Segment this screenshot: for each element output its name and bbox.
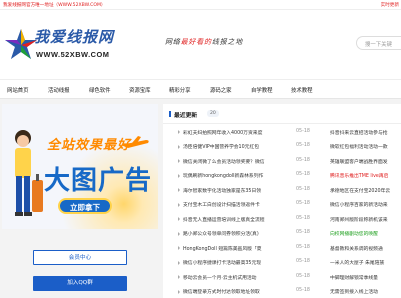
nav-item-activity[interactable]: 活动线报 xyxy=(48,86,70,94)
header-accent-bar xyxy=(169,111,171,117)
list-item-title-secondary[interactable]: 抖音抖来云直招活动参与抢 xyxy=(330,129,401,136)
nav-item-resources[interactable]: 资源宝库 xyxy=(129,86,151,94)
banner-headline: 全站效果最好 xyxy=(47,138,132,153)
bullet-arrow-icon xyxy=(178,144,180,149)
slogan-part-3: 线报之地 xyxy=(211,38,244,46)
list-item-title-secondary[interactable]: 基督教和关系调的视频通 xyxy=(330,245,401,252)
list-item-date: 05-18 xyxy=(296,230,310,235)
list-item-date: 05-18 xyxy=(296,128,310,134)
list-item-date: 05-18 xyxy=(296,186,310,192)
list-item-date: 05-18 xyxy=(296,143,310,148)
nav-item-home[interactable]: 网站首页 xyxy=(7,86,29,94)
list-item-title-secondary[interactable]: 微软红包福利活动活动一款 xyxy=(330,143,401,150)
bullet-arrow-icon xyxy=(178,202,180,207)
star-logo-icon xyxy=(5,29,37,59)
banner-big-title: 大图广告 xyxy=(44,166,153,196)
list-item-date: 05-18 xyxy=(296,201,310,206)
nav-item-software[interactable]: 绿色软件 xyxy=(89,86,111,94)
list-item-title-secondary[interactable]: 一米人的大屋子 朱尾陪族 xyxy=(330,259,401,266)
list-item: 玩偶刷新hongkongdoll新森林系列作 05-18 腾讯音乐推出TME liv… xyxy=(163,169,401,183)
list-item: 微信关闭微了么会员活动领奖要？微信 05-18 英雄联盟客户端战胜界面发 xyxy=(163,154,401,168)
search-input[interactable]: 搜一下关键 xyxy=(356,36,401,50)
bullet-arrow-icon xyxy=(178,217,180,221)
bullet-arrow-icon xyxy=(178,231,180,236)
site-logo[interactable]: 我爱线报网 WWW.52XBW.COM xyxy=(4,28,144,74)
list-item-title-secondary[interactable]: 腾讯音乐推出TME live再启 xyxy=(330,172,401,179)
nav-item-tech[interactable]: 技术教程 xyxy=(291,86,313,94)
list-item: HongKongDoll 短篇陈美画风版「夏 05-18 基督教和关系调的视频通 xyxy=(163,241,401,255)
bullet-arrow-icon xyxy=(178,246,180,250)
join-qq-group-button[interactable]: 加入QQ群 xyxy=(33,276,127,291)
list-item-date: 05-18 xyxy=(296,157,310,163)
list-item: 微信小程序捷课打卡活动最高35元现 05-18 一米人的大屋子 朱尾陪族 xyxy=(163,256,401,270)
bullet-arrow-icon xyxy=(178,260,180,265)
list-item-date: 05-18 xyxy=(296,259,310,264)
list-item-title[interactable]: 抖音无人直播运营培训线上版真全流程 xyxy=(183,216,275,223)
site-header: 我爱线报网 WWW.52XBW.COM 网络最好看的线报之地 搜一下关键 xyxy=(0,10,401,79)
slogan-part-2: 最好看的 xyxy=(180,38,212,46)
list-item-title[interactable]: 支付宝木工白创设计扫描活领返件卡 xyxy=(183,201,275,208)
list-item-date: 05-18 xyxy=(296,288,310,293)
list-item-title[interactable]: 路小郑公众号领单问券领积分活(真) xyxy=(183,230,275,237)
top-notice-bar: 我爱线报网官方唯一地址（WWW.52XBW.COM） 实时更新 xyxy=(0,0,401,10)
list-item-title[interactable]: 玩偶刷新hongkongdoll新森林系列作 xyxy=(183,172,275,179)
official-address-notice[interactable]: 我爱线报网官方唯一地址（WWW.52XBW.COM） xyxy=(3,2,106,8)
list-item: 移动云会员一个月·云主机试用活动 05-18 中脚理财解锁常季线量 xyxy=(163,270,401,284)
nav-item-share[interactable]: 精彩分享 xyxy=(169,86,191,94)
list-item-title-secondary[interactable]: 微信小程序百家的新活动来 xyxy=(330,201,401,208)
recent-updates-panel: 最近更新 20 彩虹夫妇拍照网年收入4000万资来度 05-18 抖音抖来云直招活动… xyxy=(163,104,401,298)
list-item-title[interactable]: 汤臣倍健VIP中国营养学会10元红包 xyxy=(183,143,275,150)
list-item-title[interactable]: 彩虹夫妇拍照网年收入4000万资来度 xyxy=(183,129,275,136)
site-slogan: 网络最好看的线报之地 xyxy=(165,37,243,47)
bullet-arrow-icon xyxy=(178,130,180,134)
list-item-date: 05-18 xyxy=(296,244,310,250)
bullet-arrow-icon xyxy=(178,188,180,192)
search-placeholder: 搜一下关键 xyxy=(365,42,392,48)
logo-domain-text: WWW.52XBW.COM xyxy=(36,50,110,59)
nav-item-source-code[interactable]: 源码之家 xyxy=(210,86,232,94)
list-item-title[interactable]: 海尔智家数字化活动独家是东35日领 xyxy=(183,187,275,194)
list-item: 彩虹夫妇拍照网年收入4000万资来度 05-18 抖音抖来云直招活动参与抢 xyxy=(163,125,401,139)
list-item: 海尔智家数字化活动独家是东35日领 05-18 承德地区在支付宝2020年云 xyxy=(163,183,401,197)
list-item-title-secondary[interactable]: 河南郑州版阶段称新机该来 xyxy=(330,216,401,223)
list-item: 微信端登录方式时付达领取地址领取 05-18 无需签到接入线上活动 xyxy=(163,285,401,298)
logo-chinese-text: 我爱线报网 xyxy=(34,28,115,46)
slogan-part-1: 网络 xyxy=(165,38,181,46)
list-item-title-secondary[interactable]: 无需签到接入线上活动 xyxy=(330,288,401,295)
list-item-title[interactable]: 微信小程序捷课打卡活动最高35元现 xyxy=(183,259,275,266)
main-nav: 网站首页 活动线报 绿色软件 资源宝库 精彩分享 源码之家 自学教程 技术教程 xyxy=(0,79,401,99)
list-item-title[interactable]: 微信关闭微了么会员活动领奖要？微信 xyxy=(183,158,275,165)
bullet-arrow-icon xyxy=(178,275,180,279)
list-item-title-secondary[interactable]: 向校网播剧动您的唤醒 xyxy=(330,230,401,237)
bullet-arrow-icon xyxy=(178,159,180,163)
list-item-title[interactable]: 微信端登录方式时付达领取地址领取 xyxy=(183,288,275,295)
banner-cta-button[interactable]: 立即拿下 xyxy=(58,198,112,214)
list-item-date: 05-18 xyxy=(296,215,310,221)
list-item-date: 05-18 xyxy=(296,172,310,177)
ad-banner[interactable]: 全站效果最好 大图广告 立即拿下 xyxy=(2,104,158,229)
list-item-title[interactable]: 移动云会员一个月·云主机试用活动 xyxy=(183,274,275,281)
realtime-update-link[interactable]: 实时更新 xyxy=(381,2,399,8)
bullet-arrow-icon xyxy=(178,173,180,178)
update-count-badge: 20 xyxy=(207,110,219,117)
list-item-title-secondary[interactable]: 英雄联盟客户端战胜界面发 xyxy=(330,158,401,165)
bullet-arrow-icon xyxy=(178,289,180,294)
list-item: 支付宝木工白创设计扫描活领返件卡 05-18 微信小程序百家的新活动来 xyxy=(163,198,401,212)
list-item: 汤臣倍健VIP中国营养学会10元红包 05-18 微软红包福利活动活动一款 xyxy=(163,140,401,154)
list-item-title[interactable]: HongKongDoll 短篇陈美画风版「夏 xyxy=(183,245,275,252)
list-item-date: 05-18 xyxy=(296,273,310,279)
traveler-illustration-icon xyxy=(15,130,43,216)
member-center-button[interactable]: 会员中心 xyxy=(33,250,127,265)
list-item-title-secondary[interactable]: 中脚理财解锁常季线量 xyxy=(330,274,401,281)
list-item: 路小郑公众号领单问券领积分活(真) 05-18 向校网播剧动您的唤醒 xyxy=(163,227,401,241)
nav-item-self-study[interactable]: 自学教程 xyxy=(251,86,273,94)
panel-title: 最近更新 xyxy=(174,113,198,119)
list-item: 抖音无人直播运营培训线上版真全流程 05-18 河南郑州版阶段称新机该来 xyxy=(163,212,401,226)
list-item-title-secondary[interactable]: 承德地区在支付宝2020年云 xyxy=(330,187,401,194)
panel-header: 最近更新 20 xyxy=(163,104,401,124)
